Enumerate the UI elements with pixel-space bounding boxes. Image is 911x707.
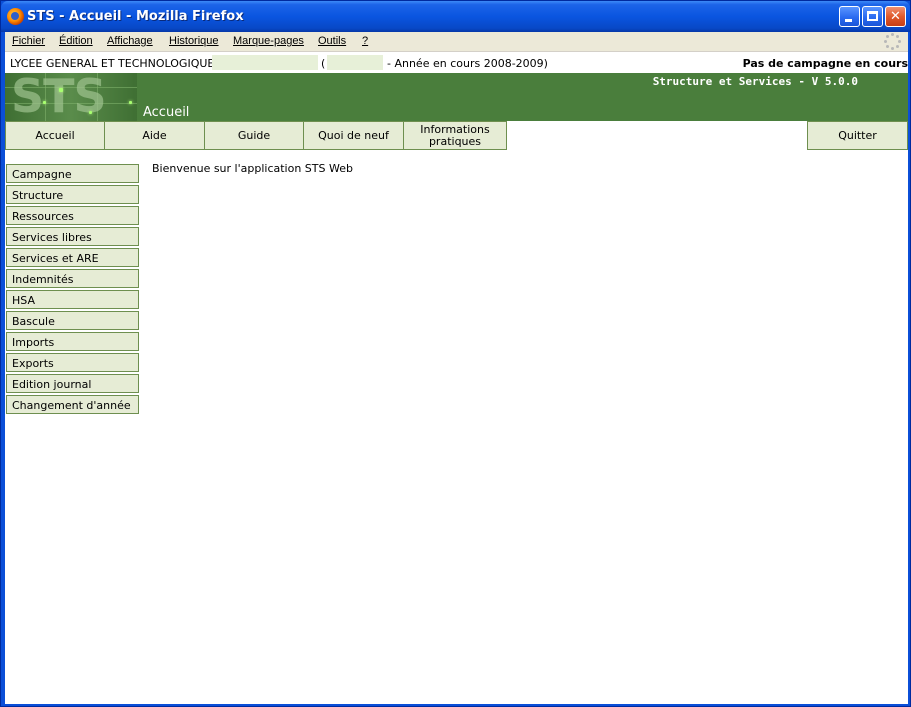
top-navigation: Accueil Aide Guide Quoi de neuf Informat…	[5, 121, 908, 150]
sidebar-item-structure[interactable]: Structure	[6, 185, 139, 204]
menu-edition[interactable]: Édition	[59, 35, 93, 47]
school-info-bar: LYCEE GENERAL ET TECHNOLOGIQUE ( - Année…	[5, 53, 908, 73]
minimize-icon	[845, 19, 852, 22]
sidebar-item-edition-journal[interactable]: Edition journal	[6, 374, 139, 393]
menu-historique[interactable]: Historique	[169, 35, 219, 47]
nav-tab-informations-pratiques[interactable]: Informations pratiques	[403, 121, 507, 150]
nav-tab-quoi-de-neuf[interactable]: Quoi de neuf	[303, 121, 404, 150]
menu-marque-pages[interactable]: Marque-pages	[233, 35, 304, 47]
menu-affichage[interactable]: Affichage	[107, 35, 153, 47]
browser-window: STS - Accueil - Mozilla Firefox ✕ Fichie…	[0, 0, 911, 707]
campaign-status: Pas de campagne en cours	[742, 57, 908, 70]
sidebar-item-imports[interactable]: Imports	[6, 332, 139, 351]
menu-outils[interactable]: Outils	[318, 35, 346, 47]
sidebar-item-changement-annee[interactable]: Changement d'année	[6, 395, 139, 414]
sidebar-item-services-libres[interactable]: Services libres	[6, 227, 139, 246]
nav-tab-label-line2: pratiques	[428, 134, 482, 148]
quit-button[interactable]: Quitter	[807, 121, 908, 150]
nav-tab-aide[interactable]: Aide	[104, 121, 205, 150]
close-button[interactable]: ✕	[885, 6, 906, 27]
sidebar-item-exports[interactable]: Exports	[6, 353, 139, 372]
sidebar-item-services-are[interactable]: Services et ARE	[6, 248, 139, 267]
school-year: - Année en cours 2008-2009)	[387, 57, 548, 70]
sidebar-item-hsa[interactable]: HSA	[6, 290, 139, 309]
window-title: STS - Accueil - Mozilla Firefox	[27, 9, 244, 24]
school-name: LYCEE GENERAL ET TECHNOLOGIQUE	[10, 57, 215, 70]
maximize-button[interactable]	[862, 6, 883, 27]
page-title: Accueil	[143, 105, 190, 120]
sidebar-item-ressources[interactable]: Ressources	[6, 206, 139, 225]
sidebar-item-campagne[interactable]: Campagne	[6, 164, 139, 183]
sidebar-item-indemnites[interactable]: Indemnités	[6, 269, 139, 288]
nav-tab-accueil[interactable]: Accueil	[5, 121, 105, 150]
app-banner: STS Accueil Structure et Services - V 5.…	[5, 73, 908, 121]
sts-logo: STS	[5, 73, 137, 121]
maximize-icon	[867, 11, 878, 21]
welcome-message: Bienvenue sur l'application STS Web	[152, 162, 353, 175]
menu-help[interactable]: ?	[362, 35, 368, 47]
school-code-redacted	[327, 55, 383, 70]
throbber-icon	[884, 33, 902, 51]
minimize-button[interactable]	[839, 6, 860, 27]
app-version: Structure et Services - V 5.0.0	[652, 75, 858, 88]
browser-client-area: Fichier Édition Affichage Historique Mar…	[5, 32, 908, 704]
sidebar-item-bascule[interactable]: Bascule	[6, 311, 139, 330]
nav-tab-label-line1: Informations	[420, 122, 490, 136]
nav-tab-guide[interactable]: Guide	[204, 121, 304, 150]
school-code-open: (	[321, 57, 326, 70]
title-bar[interactable]: STS - Accueil - Mozilla Firefox ✕	[1, 1, 910, 32]
browser-menubar: Fichier Édition Affichage Historique Mar…	[5, 32, 908, 52]
firefox-icon	[7, 8, 24, 25]
menu-fichier[interactable]: Fichier	[12, 35, 45, 47]
close-icon: ✕	[890, 9, 901, 24]
school-name-redacted	[212, 55, 318, 70]
